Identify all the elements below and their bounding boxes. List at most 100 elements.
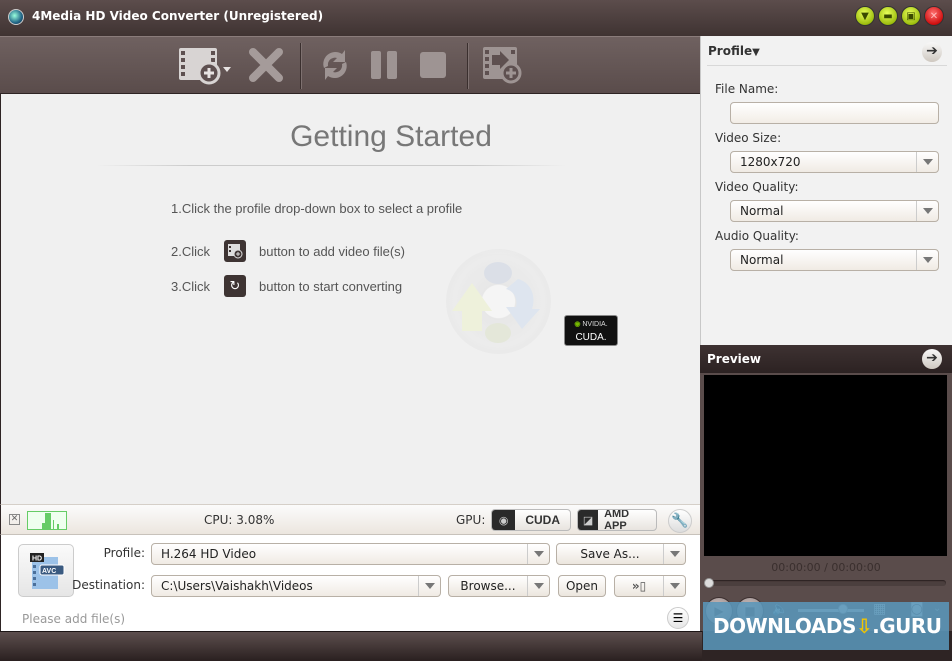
file-name-input[interactable] — [730, 102, 939, 124]
chevron-down-icon — [916, 152, 938, 172]
preview-header: Preview ➔ — [700, 345, 952, 373]
window-title: 4Media HD Video Converter (Unregistered) — [32, 9, 324, 23]
video-size-value: 1280x720 — [740, 155, 801, 169]
add-video-button[interactable] — [176, 45, 234, 85]
x-icon — [249, 48, 283, 82]
preview-expand-button[interactable]: ➔ — [922, 349, 942, 369]
step-3-suffix: button to start converting — [259, 279, 403, 294]
profile-panel-title[interactable]: Profile▼ — [708, 44, 760, 58]
save-as-button[interactable]: Save As... — [556, 543, 686, 565]
film-arrow-plus-icon — [483, 47, 522, 84]
convert-hint-icon: ↻ — [224, 275, 246, 297]
video-quality-label: Video Quality: — [715, 180, 799, 194]
title-divider — [96, 165, 566, 166]
profile-label: Profile: — [103, 546, 145, 560]
save-as-label: Save As... — [580, 547, 640, 561]
seek-handle[interactable] — [704, 578, 714, 588]
browse-button[interactable]: Browse... — [448, 575, 550, 597]
cuda-toggle-label: CUDA — [525, 513, 560, 527]
amd-icon: ◪ — [578, 510, 599, 530]
window-controls: ▼ ▬ ▣ ✕ — [855, 6, 944, 26]
arrow-right-icon: ➔ — [926, 43, 938, 59]
downloads-guru-watermark: DOWNLOADS⇩.GURU — [703, 602, 949, 650]
maximize-button[interactable]: ▣ — [901, 6, 921, 26]
chevron-down-icon: ▼ — [861, 10, 869, 22]
preview-title: Preview — [707, 352, 762, 366]
seek-bar[interactable] — [706, 580, 946, 586]
video-size-select[interactable]: 1280x720 — [730, 151, 939, 173]
settings-button[interactable]: 🔧 — [668, 509, 692, 533]
save-as-dropdown-icon[interactable] — [663, 544, 685, 564]
toolbar-separator — [467, 43, 468, 89]
amd-app-toggle[interactable]: ◪ AMD APP — [577, 509, 657, 531]
nvidia-brand-text: NVIDIA. — [582, 321, 608, 328]
refresh-icon — [323, 50, 347, 80]
transfer-to-device-button[interactable]: »▯ — [614, 575, 686, 597]
step-2-prefix: 2.Click — [171, 244, 211, 259]
step-2-suffix: button to add video file(s) — [259, 244, 405, 259]
watermark-left-text: DOWNLOADS — [713, 614, 856, 638]
convert-button[interactable] — [313, 45, 357, 85]
svg-text:AVC: AVC — [42, 568, 56, 575]
main-toolbar — [0, 36, 700, 94]
film-plus-icon — [179, 48, 231, 85]
arrow-right-icon: ➔ — [926, 350, 938, 366]
browse-dropdown-icon[interactable] — [527, 576, 549, 596]
close-cpu-monitor-button[interactable]: ✕ — [9, 514, 20, 525]
preview-screen — [704, 375, 947, 556]
pause-icon — [371, 51, 397, 79]
cpu-usage-text: CPU: 3.08% — [204, 513, 275, 527]
transfer-device-icon: »▯ — [631, 579, 647, 593]
pause-button[interactable] — [362, 45, 406, 85]
stop-button[interactable] — [411, 45, 455, 85]
chevron-down-icon — [527, 544, 549, 564]
menu-dropdown-button[interactable]: ▼ — [855, 6, 875, 26]
preview-panel: Preview ➔ 00:00:00 / 00:00:00 ▶ ■ 🔈 ▦ ◙ … — [700, 345, 952, 631]
step-3-prefix: 3.Click — [171, 279, 211, 294]
browse-label: Browse... — [460, 579, 516, 593]
audio-quality-select[interactable]: Normal — [730, 249, 939, 271]
open-folder-button[interactable]: Open — [558, 575, 606, 597]
gpu-label: GPU: — [456, 513, 486, 527]
close-button[interactable]: ✕ — [924, 6, 944, 26]
audio-quality-value: Normal — [740, 253, 784, 267]
chevron-down-icon — [916, 201, 938, 221]
film-reel-watermark-icon — [446, 249, 551, 354]
title-bar: 4Media HD Video Converter (Unregistered)… — [0, 0, 952, 36]
hd-avc-profile-icon: HD AVC — [30, 552, 65, 589]
output-panel: HD AVC Profile: H.264 HD Video Save As..… — [0, 535, 700, 631]
profile-panel-expand-button[interactable]: ➔ — [922, 42, 942, 62]
status-strip: ✕ CPU: 3.08% GPU: ◉ CUDA ◪ AMD APP 🔧 — [0, 504, 700, 535]
watermark-right-text: .GURU — [872, 614, 942, 638]
nvidia-cuda-badge: ◉ NVIDIA. CUDA. — [564, 315, 618, 346]
profile-thumbnail[interactable]: HD AVC — [18, 544, 74, 597]
caret-down-icon: ▼ — [752, 47, 760, 58]
destination-value: C:\Users\Vaishakh\Videos — [161, 579, 313, 593]
profile-panel-title-text: Profile — [708, 44, 753, 58]
remove-button[interactable] — [244, 45, 288, 85]
profile-select[interactable]: H.264 HD Video — [151, 543, 550, 565]
getting-started-title: Getting Started — [290, 120, 492, 153]
preview-time: 00:00:00 / 00:00:00 — [771, 561, 881, 574]
profile-select-value: H.264 HD Video — [161, 547, 257, 561]
profile-panel: Profile▼ ➔ File Name: Video Size: 1280x7… — [700, 36, 952, 345]
chevron-down-icon — [916, 250, 938, 270]
audio-quality-label: Audio Quality: — [715, 229, 799, 243]
video-size-label: Video Size: — [715, 131, 782, 145]
download-arrow-icon: ⇩ — [855, 614, 873, 638]
nvidia-icon: ◉ — [492, 510, 516, 530]
minimize-button[interactable]: ▬ — [878, 6, 898, 26]
cpu-usage-graph — [27, 511, 67, 530]
log-button[interactable]: ☰ — [667, 607, 689, 629]
destination-select[interactable]: C:\Users\Vaishakh\Videos — [151, 575, 441, 597]
video-quality-select[interactable]: Normal — [730, 200, 939, 222]
cuda-text: CUDA. — [575, 332, 607, 343]
app-logo-icon — [8, 9, 24, 25]
add-to-output-button[interactable] — [481, 45, 525, 85]
cuda-toggle[interactable]: ◉ CUDA — [491, 509, 571, 531]
toolbar-separator — [300, 43, 301, 89]
divider — [707, 65, 947, 66]
footer-bar — [0, 631, 702, 661]
getting-started-area: Getting Started 1.Click the profile drop… — [0, 94, 700, 504]
transfer-dropdown-icon[interactable] — [663, 576, 685, 596]
